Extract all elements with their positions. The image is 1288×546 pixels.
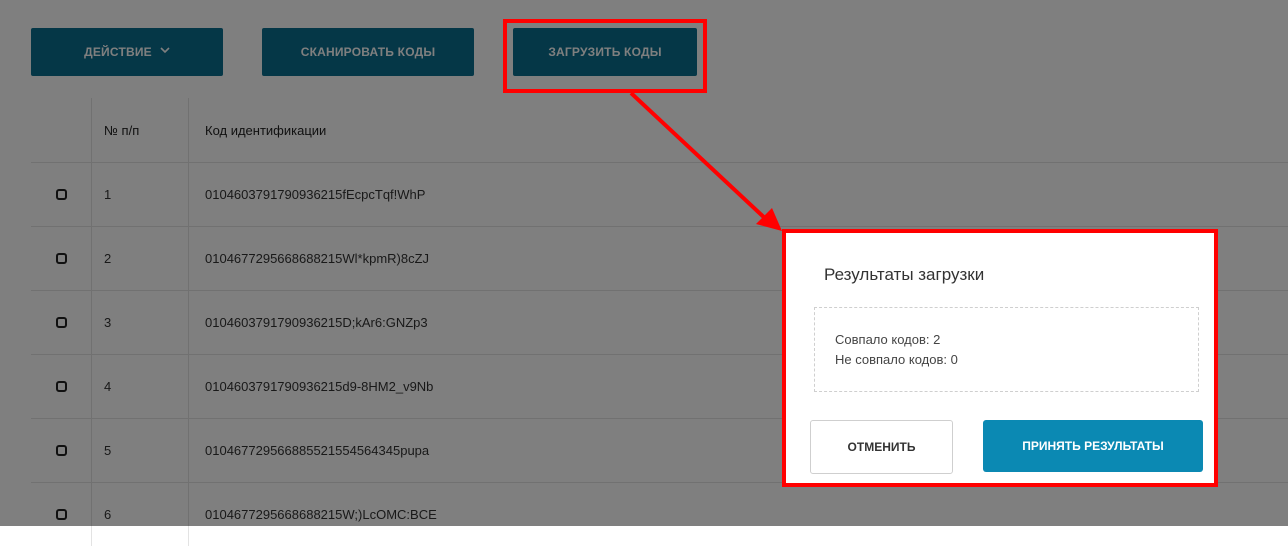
- unmatched-count: Не совпало кодов: 0: [835, 352, 958, 367]
- dialog-title: Результаты загрузки: [824, 265, 985, 284]
- results-summary: Совпало кодов: 2 Не совпало кодов: 0: [814, 307, 1199, 392]
- results-dialog-highlight: Результаты загрузки Совпало кодов: 2 Не …: [782, 229, 1218, 487]
- results-dialog: Результаты загрузки Совпало кодов: 2 Не …: [790, 237, 1210, 479]
- accept-results-button[interactable]: ПРИНЯТЬ РЕЗУЛЬТАТЫ: [983, 420, 1203, 472]
- matched-count: Совпало кодов: 2: [835, 332, 941, 347]
- cancel-button[interactable]: ОТМЕНИТЬ: [810, 420, 953, 474]
